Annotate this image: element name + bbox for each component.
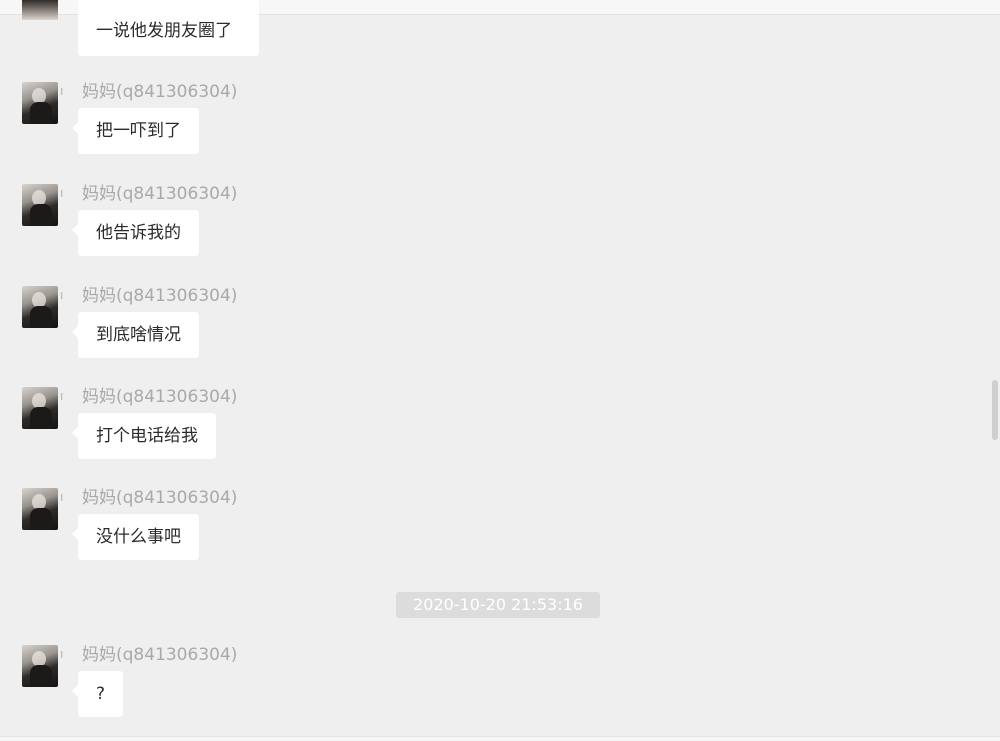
sender-name: 妈妈(q841306304) [82, 184, 238, 204]
avatar[interactable] [22, 0, 58, 20]
message-text: 打个电话给我 [96, 426, 198, 446]
scrollbar[interactable] [992, 380, 998, 440]
message-text: ? [96, 684, 106, 704]
status-mark-icon: ı [60, 186, 64, 200]
sender-name: 妈妈(q841306304) [82, 645, 238, 665]
avatar[interactable] [22, 488, 58, 530]
message-bubble[interactable]: 一说他发朋友圈了 [78, 0, 259, 56]
status-mark-icon: ı [60, 389, 64, 403]
avatar[interactable] [22, 286, 58, 328]
sender-name: 妈妈(q841306304) [82, 488, 238, 508]
message-bubble[interactable]: 没什么事吧 [72, 514, 199, 560]
bottom-divider [0, 736, 1000, 741]
status-mark-icon: ı [60, 288, 64, 302]
message-bubble[interactable]: 到底啥情况 [72, 312, 199, 358]
avatar[interactable] [22, 82, 58, 124]
status-mark-icon: ı [60, 84, 64, 98]
message-bubble[interactable]: 把一吓到了 [72, 108, 199, 154]
timestamp-separator: 2020-10-20 21:53:16 [396, 592, 600, 618]
sender-name: 妈妈(q841306304) [82, 82, 238, 102]
status-mark-icon: ı [60, 647, 64, 661]
sender-name: 妈妈(q841306304) [82, 387, 238, 407]
message-text: 到底啥情况 [96, 325, 181, 345]
avatar[interactable] [22, 387, 58, 429]
message-bubble[interactable]: ? [71, 671, 124, 717]
message-text: 把一吓到了 [96, 121, 181, 141]
avatar[interactable] [22, 645, 58, 687]
avatar[interactable] [22, 184, 58, 226]
message-text: 没什么事吧 [96, 527, 181, 547]
message-text: 一说他发朋友圈了 [96, 21, 232, 41]
message-bubble[interactable]: 他告诉我的 [72, 210, 199, 256]
status-mark-icon: ı [60, 490, 64, 504]
chat-window: 一说他发朋友圈了 ı 妈妈(q841306304) 把一吓到了 ı 妈妈(q84… [0, 0, 1000, 741]
sender-name: 妈妈(q841306304) [82, 286, 238, 306]
message-bubble[interactable]: 打个电话给我 [72, 413, 216, 459]
message-text: 他告诉我的 [96, 223, 181, 243]
